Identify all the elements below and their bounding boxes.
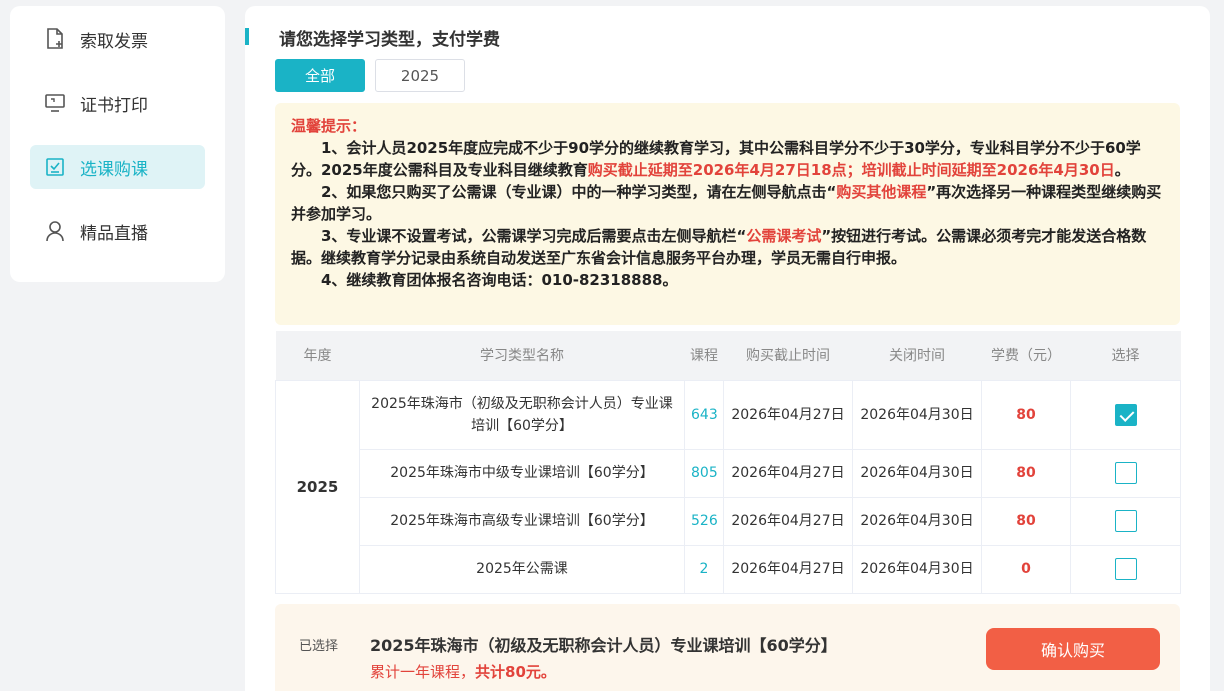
total-prefix: 累计一年课程，	[370, 663, 476, 681]
course-count[interactable]: 805	[684, 448, 724, 498]
selected-total: 累计一年课程，共计80元。	[370, 661, 556, 682]
fee: 80	[981, 379, 1071, 450]
select-checkbox[interactable]	[1114, 510, 1137, 532]
notice-heading: 温馨提示：	[291, 117, 367, 135]
checklist-icon	[44, 156, 66, 178]
monitor-icon	[44, 92, 66, 114]
col-deadline: 购买截止时间	[723, 331, 853, 380]
close-date: 2026年04月30日	[852, 448, 982, 498]
fee: 80	[981, 448, 1071, 498]
course-count[interactable]: 526	[684, 496, 724, 546]
notice-text: 2、如果您只购买了公需课（专业课）中的一种学习类型，请在左侧导航点击“	[321, 183, 837, 201]
year-cell: 2025	[275, 379, 360, 594]
sidebar-item-invoice[interactable]: 索取发票	[30, 17, 205, 61]
select-cell	[1070, 448, 1181, 498]
notice-text: 。	[1114, 161, 1130, 179]
col-close: 关闭时间	[852, 331, 982, 380]
close-date: 2026年04月30日	[852, 379, 982, 450]
sidebar-item-certificate[interactable]: 证书打印	[30, 81, 205, 125]
sidebar-item-label: 精品直播	[80, 223, 148, 244]
notice-item-3: 3、专业课不设置考试，公需课学习完成后需要点击左侧导航栏“公需课考试”按钮进行考…	[291, 225, 1164, 269]
page-title: 请您选择学习类型，支付学费	[279, 30, 500, 50]
public-exam-link: 公需课考试	[746, 227, 822, 245]
confirm-buy-button[interactable]: 确认购买	[986, 628, 1160, 670]
deadline: 2026年04月27日	[723, 448, 853, 498]
selected-label: 已选择	[299, 639, 339, 654]
fee: 80	[981, 496, 1071, 546]
course-name: 2025年珠海市高级专业课培训【60学分】	[359, 496, 685, 546]
select-checkbox[interactable]	[1114, 403, 1137, 426]
sidebar-item-label: 索取发票	[80, 31, 148, 52]
col-name: 学习类型名称	[359, 331, 685, 380]
close-date: 2026年04月30日	[852, 496, 982, 546]
notice-item-4: 4、继续教育团体报名咨询电话：010-82318888。	[321, 271, 678, 289]
selection-summary: 已选择 2025年珠海市（初级及无职称会计人员）专业课培训【60学分】 累计一年…	[275, 604, 1180, 691]
year-tabs: 全部 2025	[275, 59, 475, 92]
sidebar-item-course[interactable]: 选课购课	[30, 145, 205, 189]
deadline: 2026年04月27日	[723, 379, 853, 450]
total-amount: 共计80元。	[475, 663, 556, 681]
tab-all[interactable]: 全部	[275, 59, 365, 92]
select-cell	[1070, 496, 1181, 546]
course-name: 2025年珠海市中级专业课培训【60学分】	[359, 448, 685, 498]
sidebar-item-live[interactable]: 精品直播	[30, 209, 205, 253]
course-table: 年度 学习类型名称 课程 购买截止时间 关闭时间 学费（元） 选择 2025 2…	[275, 331, 1181, 594]
table-row: 2025年公需课 2 2026年04月27日 2026年04月30日 0	[276, 544, 1181, 594]
select-checkbox[interactable]	[1114, 462, 1137, 484]
col-count: 课程	[684, 331, 724, 380]
course-count[interactable]: 2	[684, 544, 724, 594]
notice-deadline: 购买截止延期至2026年4月27日18点；培训截止时间延期至2026年4月30日	[587, 161, 1115, 179]
table-header: 年度 学习类型名称 课程 购买截止时间 关闭时间 学费（元） 选择	[275, 331, 1181, 380]
table-row: 2025 2025年珠海市（初级及无职称会计人员）专业课培训【60学分】 643…	[275, 379, 1181, 594]
tab-2025[interactable]: 2025	[375, 59, 465, 92]
col-fee: 学费（元）	[981, 331, 1071, 380]
course-name: 2025年公需课	[359, 544, 685, 594]
table-row: 2025年珠海市中级专业课培训【60学分】 805 2026年04月27日 20…	[276, 448, 1181, 498]
sidebar-item-label: 证书打印	[80, 95, 148, 116]
title-accent-bar	[245, 28, 249, 45]
table-row: 2025年珠海市高级专业课培训【60学分】 526 2026年04月27日 20…	[276, 496, 1181, 546]
sidebar: 索取发票 证书打印 选课购课 精品直播	[10, 6, 225, 282]
col-select: 选择	[1070, 331, 1181, 380]
sidebar-item-label: 选课购课	[80, 159, 148, 180]
select-cell	[1070, 379, 1181, 450]
user-icon	[44, 220, 66, 242]
col-year: 年度	[275, 331, 360, 380]
main-panel: 请您选择学习类型，支付学费 全部 2025 温馨提示： 1、会计人员2025年度…	[245, 6, 1210, 691]
close-date: 2026年04月30日	[852, 544, 982, 594]
notice-text: 3、专业课不设置考试，公需课学习完成后需要点击左侧导航栏“	[321, 227, 747, 245]
notice-item-1: 1、会计人员2025年度应完成不少于90学分的继续教育学习，其中公需科目学分不少…	[291, 137, 1164, 181]
select-cell	[1070, 544, 1181, 594]
select-checkbox[interactable]	[1114, 558, 1137, 580]
buy-other-link: 购买其他课程	[836, 183, 927, 201]
course-name: 2025年珠海市（初级及无职称会计人员）专业课培训【60学分】	[359, 379, 685, 450]
notice-item-2: 2、如果您只购买了公需课（专业课）中的一种学习类型，请在左侧导航点击“购买其他课…	[291, 181, 1164, 225]
course-count[interactable]: 643	[684, 379, 724, 450]
deadline: 2026年04月27日	[723, 544, 853, 594]
selected-course-name: 2025年珠海市（初级及无职称会计人员）专业课培训【60学分】	[370, 636, 837, 655]
deadline: 2026年04月27日	[723, 496, 853, 546]
fee: 0	[981, 544, 1071, 594]
invoice-icon	[44, 28, 66, 50]
notice-box: 温馨提示： 1、会计人员2025年度应完成不少于90学分的继续教育学习，其中公需…	[275, 103, 1180, 325]
